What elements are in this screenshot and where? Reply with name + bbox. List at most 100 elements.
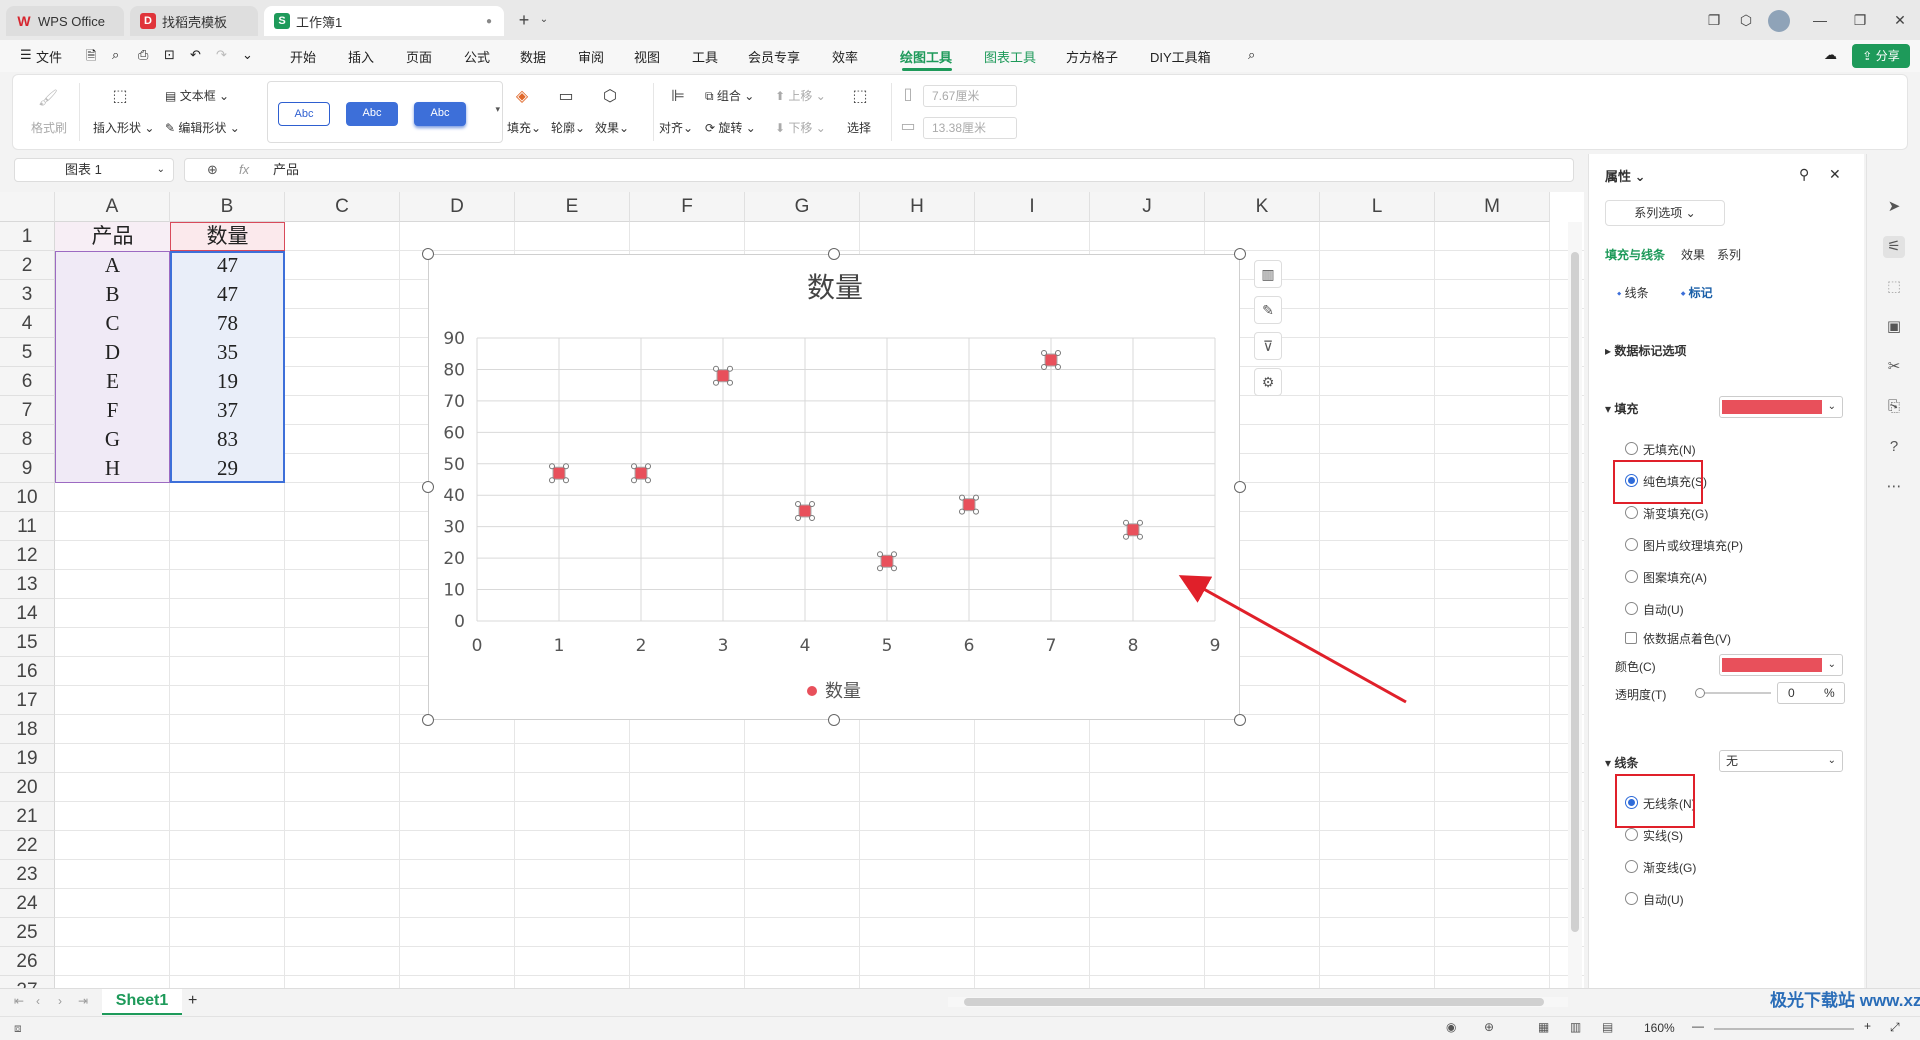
line-dropdown[interactable]: 无 ⌄ xyxy=(1719,750,1843,772)
tab-effect[interactable]: 效果 xyxy=(1681,246,1705,263)
move-up-button[interactable]: ⬆ 上移 ⌄ xyxy=(775,87,826,104)
row-header[interactable]: 15 xyxy=(0,628,55,657)
menu-data[interactable]: 数据 xyxy=(520,47,546,66)
row-header[interactable]: 27 xyxy=(0,976,55,988)
menu-home[interactable]: 开始 xyxy=(290,47,316,66)
chevron-down-icon[interactable]: ⌄ xyxy=(534,10,554,30)
align-button[interactable]: 对齐⌄ xyxy=(659,119,693,136)
row-header[interactable]: 1 xyxy=(0,222,55,251)
edit-shape-button[interactable]: ✎ 编辑形状 ⌄ xyxy=(165,119,240,136)
text-box-button[interactable]: ▤ 文本框 ⌄ xyxy=(165,87,229,104)
row-header[interactable]: 26 xyxy=(0,947,55,976)
chart-filter-icon[interactable]: ⊽ xyxy=(1254,332,1282,360)
fill-radio[interactable] xyxy=(1625,570,1638,583)
undo-icon[interactable]: ↶ xyxy=(190,47,201,63)
page-layout-icon[interactable]: ▥ xyxy=(1570,1020,1581,1034)
image-icon[interactable]: ▣ xyxy=(1883,316,1905,338)
row-header[interactable]: 21 xyxy=(0,802,55,831)
close-icon[interactable]: ✕ xyxy=(1890,10,1910,30)
column-header[interactable]: K xyxy=(1205,192,1320,222)
row-header[interactable]: 18 xyxy=(0,715,55,744)
row-header[interactable]: 23 xyxy=(0,860,55,889)
row-header[interactable]: 11 xyxy=(0,512,55,541)
column-header[interactable]: I xyxy=(975,192,1090,222)
row-header[interactable]: 16 xyxy=(0,657,55,686)
move-down-button[interactable]: ⬇ 下移 ⌄ xyxy=(775,119,826,136)
style-outline[interactable]: Abc xyxy=(278,102,330,126)
hamburger-icon[interactable]: ☰ xyxy=(20,47,32,63)
tab-workbook[interactable]: S 工作簿1 ● xyxy=(264,6,504,36)
menu-view[interactable]: 视图 xyxy=(634,47,660,66)
outline-button[interactable]: 轮廓⌄ xyxy=(551,119,585,136)
name-box[interactable]: 图表 1 ⌄ xyxy=(14,158,174,182)
vertical-scroll-thumb[interactable] xyxy=(1571,252,1579,932)
chart-elements-icon[interactable]: ▥ xyxy=(1254,260,1282,288)
table-cell[interactable]: 19 xyxy=(170,367,285,396)
resize-handle[interactable] xyxy=(1234,481,1246,493)
fullscreen-icon[interactable]: ⤢ xyxy=(1890,1020,1900,1035)
more-icon[interactable]: ⋯ xyxy=(1883,476,1905,498)
row-header[interactable]: 24 xyxy=(0,889,55,918)
column-header[interactable]: E xyxy=(515,192,630,222)
select-button[interactable]: 选择 xyxy=(847,119,871,136)
page-break-icon[interactable]: ▤ xyxy=(1602,1020,1613,1034)
fill-radio[interactable] xyxy=(1625,442,1638,455)
column-header[interactable]: C xyxy=(285,192,400,222)
table-cell[interactable]: A xyxy=(55,251,170,280)
rotate-button[interactable]: ⟳ 旋转 ⌄ xyxy=(705,119,756,136)
prev-sheet-icon[interactable]: ‹ xyxy=(36,994,40,1008)
insert-shape-button[interactable]: 插入形状 ⌄ xyxy=(93,119,154,136)
fill-radio[interactable] xyxy=(1625,506,1638,519)
row-header[interactable]: 7 xyxy=(0,396,55,425)
column-header[interactable]: L xyxy=(1320,192,1435,222)
eye-protection-icon[interactable]: ◉ xyxy=(1446,1020,1456,1034)
row-header[interactable]: 3 xyxy=(0,280,55,309)
find-icon[interactable]: ⌕ xyxy=(112,47,119,63)
row-header[interactable]: 6 xyxy=(0,367,55,396)
table-cell[interactable]: 78 xyxy=(170,309,285,338)
vary-by-point-checkbox[interactable] xyxy=(1625,632,1637,644)
row-header[interactable]: 17 xyxy=(0,686,55,715)
table-cell[interactable]: 37 xyxy=(170,396,285,425)
table-cell[interactable]: 47 xyxy=(170,280,285,309)
locate-icon[interactable]: ⊕ xyxy=(1484,1020,1494,1034)
column-header[interactable]: F xyxy=(630,192,745,222)
macro-icon[interactable]: ⧈ xyxy=(14,1021,22,1036)
cloud-icon[interactable]: ☁ xyxy=(1824,47,1837,63)
add-sheet-button[interactable]: + xyxy=(188,992,197,1010)
height-field[interactable]: 7.67厘米 xyxy=(923,85,1017,107)
row-header[interactable]: 14 xyxy=(0,599,55,628)
fill-radio[interactable] xyxy=(1625,602,1638,615)
row-header[interactable]: 12 xyxy=(0,541,55,570)
table-cell[interactable]: C xyxy=(55,309,170,338)
resize-handle[interactable] xyxy=(422,481,434,493)
cursor-icon[interactable]: ➤ xyxy=(1883,196,1905,218)
first-sheet-icon[interactable]: ⇤ xyxy=(14,994,24,1008)
chart-style-brush-icon[interactable]: ✎ xyxy=(1254,296,1282,324)
resize-handle[interactable] xyxy=(422,248,434,260)
column-header[interactable]: G xyxy=(745,192,860,222)
row-header[interactable]: 9 xyxy=(0,454,55,483)
effect-button[interactable]: 效果⌄ xyxy=(595,119,629,136)
table-cell[interactable]: E xyxy=(55,367,170,396)
tab-fill-line[interactable]: 填充与线条 xyxy=(1605,246,1665,263)
tab-template[interactable]: D 找稻壳模板 xyxy=(130,6,258,36)
row-header[interactable]: 22 xyxy=(0,831,55,860)
table-cell[interactable]: 83 xyxy=(170,425,285,454)
row-header[interactable]: 20 xyxy=(0,773,55,802)
redo-icon[interactable]: ↷ xyxy=(216,47,227,63)
column-header[interactable]: D xyxy=(400,192,515,222)
table-cell[interactable]: B xyxy=(55,280,170,309)
book-icon[interactable]: ⎘ xyxy=(1883,396,1905,418)
table-cell[interactable]: 产品 xyxy=(55,222,170,251)
restore-icon[interactable]: ❐ xyxy=(1850,10,1870,30)
menu-efficiency[interactable]: 效率 xyxy=(832,47,858,66)
menu-member[interactable]: 会员专享 xyxy=(748,47,800,66)
formula-bar[interactable]: ⊕ fx 产品 xyxy=(184,158,1574,182)
format-painter-button[interactable]: 格式刷 xyxy=(31,119,67,136)
table-cell[interactable]: D xyxy=(55,338,170,367)
resize-handle[interactable] xyxy=(1234,248,1246,260)
row-header[interactable]: 19 xyxy=(0,744,55,773)
resize-handle[interactable] xyxy=(422,714,434,726)
table-cell[interactable]: 数量 xyxy=(170,222,285,251)
